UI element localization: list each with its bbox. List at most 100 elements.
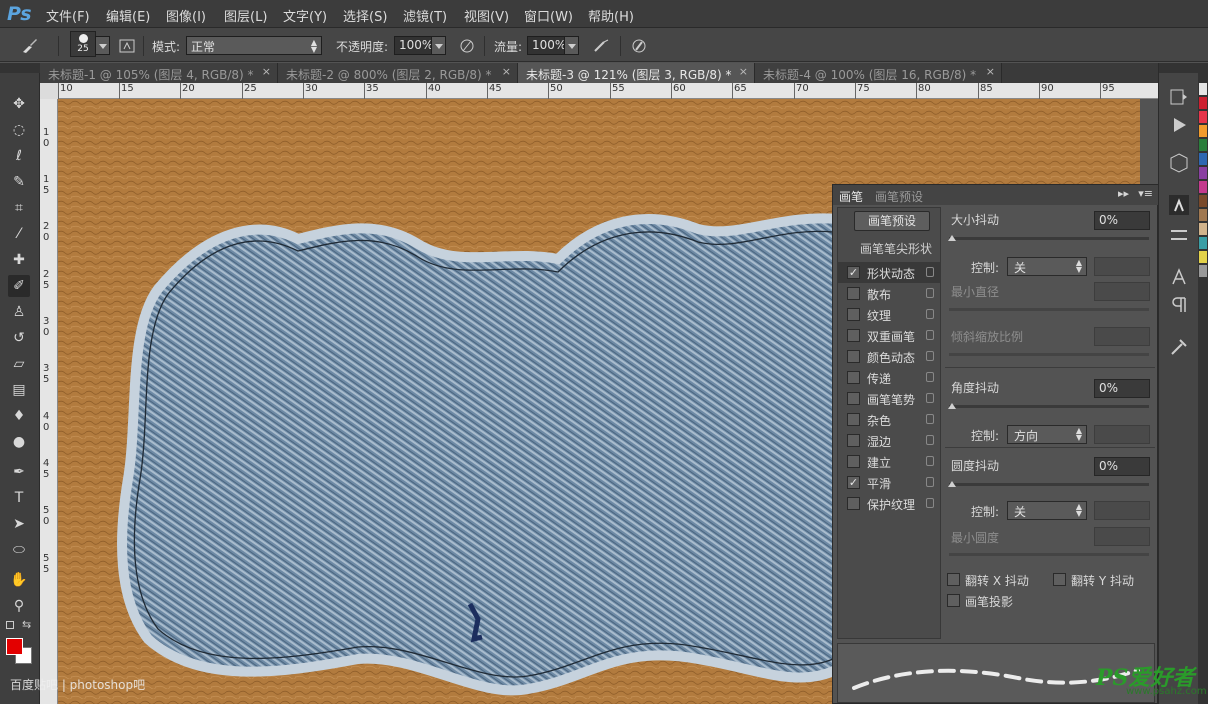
swatch[interactable] [1199,125,1207,137]
menu-help[interactable]: 帮助(H) [588,6,634,25]
brush-tool-icon[interactable]: ✐ [8,275,30,297]
doc-tab-2[interactable]: 未标题-2 @ 800% (图层 2, RGB/8) * × [278,63,518,83]
brush-projection-checkbox[interactable] [947,594,960,607]
menu-select[interactable]: 选择(S) [343,6,387,25]
lock-icon[interactable] [926,414,934,424]
lock-icon[interactable] [926,393,934,403]
tool-presets-icon[interactable] [1167,335,1191,359]
pressure-size-icon[interactable] [630,37,648,55]
option-texture[interactable]: 纹理 [838,304,940,325]
collapse-icon[interactable]: ▸▸ [1118,187,1129,200]
checkbox[interactable] [847,329,860,342]
swatch[interactable] [1199,209,1207,221]
menu-filter[interactable]: 滤镜(T) [403,6,447,25]
lock-icon[interactable] [926,498,934,508]
menu-layer[interactable]: 图层(L) [224,6,267,25]
path-select-tool-icon[interactable]: ➤ [8,513,30,535]
menu-type[interactable]: 文字(Y) [283,6,327,25]
menu-file[interactable]: 文件(F) [46,6,90,25]
option-transfer[interactable]: 传递 [838,367,940,388]
brush-panel-icon[interactable] [1167,193,1191,217]
swatch[interactable] [1199,251,1207,263]
brush-panel-toggle-icon[interactable] [118,37,136,55]
checkbox[interactable] [847,413,860,426]
paragraph-panel-icon[interactable] [1167,293,1191,317]
swatch[interactable] [1199,139,1207,151]
opacity-input[interactable]: 100% [394,36,433,55]
close-icon[interactable]: × [986,65,995,78]
foreground-color-swatch[interactable] [6,638,23,655]
healing-brush-tool-icon[interactable]: ✚ [8,249,30,271]
pen-tool-icon[interactable]: ✒ [8,461,30,483]
checkbox[interactable] [847,287,860,300]
actions-play-icon[interactable] [1167,113,1191,137]
gradient-tool-icon[interactable]: ▤ [8,379,30,401]
angle-control-select[interactable]: 方向 ▲ ▼ [1007,425,1087,444]
checkbox[interactable]: ✓ [847,266,860,279]
tab-brush[interactable]: 画笔 [839,188,863,205]
history-icon[interactable] [1167,85,1191,109]
option-protect-texture[interactable]: 保护纹理 [838,493,940,514]
checkbox[interactable] [847,350,860,363]
size-jitter-input[interactable]: 0% [1094,211,1150,230]
size-jitter-slider[interactable] [949,237,1149,240]
brush-tool-icon[interactable] [20,37,38,55]
checkbox[interactable] [847,371,860,384]
history-brush-tool-icon[interactable]: ↺ [8,327,30,349]
clone-source-icon[interactable] [1167,223,1191,247]
flow-input[interactable]: 100% [527,36,566,55]
lock-icon[interactable] [926,351,934,361]
quick-select-tool-icon[interactable]: ✎ [8,171,30,193]
chevron-down-icon[interactable] [564,36,579,55]
angle-jitter-input[interactable]: 0% [1094,379,1150,398]
close-icon[interactable]: × [262,65,271,78]
swatch[interactable] [1199,237,1207,249]
type-tool-icon[interactable]: T [8,487,30,509]
brush-tip-shape-item[interactable]: 画笔笔尖形状 [860,240,932,257]
lock-icon[interactable] [926,288,934,298]
option-color-dynamics[interactable]: 颜色动态 [838,346,940,367]
angle-jitter-slider[interactable] [949,405,1149,408]
lock-icon[interactable] [926,309,934,319]
menu-edit[interactable]: 编辑(E) [106,6,150,25]
mode-select[interactable]: 正常 ▲ ▼ [186,36,322,55]
move-tool-icon[interactable]: ✥ [8,93,30,115]
roundness-jitter-input[interactable]: 0% [1094,457,1150,476]
option-scattering[interactable]: 散布 [838,283,940,304]
checkbox[interactable] [847,392,860,405]
menu-image[interactable]: 图像(I) [166,6,206,25]
menu-window[interactable]: 窗口(W) [524,6,573,25]
size-control-select[interactable]: 关 ▲ ▼ [1007,257,1087,276]
roundness-jitter-slider[interactable] [949,483,1149,486]
tab-brush-presets[interactable]: 画笔预设 [875,188,923,205]
lasso-tool-icon[interactable]: ℓ [8,145,30,167]
dodge-tool-icon[interactable]: ● [8,431,30,453]
swatch[interactable] [1199,97,1207,109]
close-icon[interactable]: × [502,65,511,78]
lock-icon[interactable] [926,435,934,445]
option-brush-pose[interactable]: 画笔笔势 [838,388,940,409]
option-wet-edges[interactable]: 湿边 [838,430,940,451]
slider-thumb[interactable] [948,477,956,487]
brush-presets-button[interactable]: 画笔预设 [854,211,930,231]
lock-icon[interactable] [926,330,934,340]
checkbox[interactable] [847,455,860,468]
chevron-down-icon[interactable] [431,36,446,55]
checkbox[interactable] [847,308,860,321]
doc-tab-1[interactable]: 未标题-1 @ 105% (图层 4, RGB/8) * × [40,63,278,83]
close-icon[interactable]: × [739,65,748,78]
3d-cube-icon[interactable] [1167,151,1191,175]
shape-tool-icon[interactable]: ⬭ [8,539,30,561]
clone-stamp-tool-icon[interactable]: ♙ [8,301,30,323]
swatch[interactable] [1199,83,1207,95]
option-shape-dynamics[interactable]: ✓ 形状动态 [838,262,940,283]
default-colors-icon[interactable] [6,621,14,629]
swatch[interactable] [1199,181,1207,193]
swatch[interactable] [1199,265,1207,277]
swatch[interactable] [1199,223,1207,235]
doc-tab-3[interactable]: 未标题-3 @ 121% (图层 3, RGB/8) * × [518,63,755,83]
menu-view[interactable]: 视图(V) [464,6,509,25]
lock-icon[interactable] [926,456,934,466]
slider-thumb[interactable] [948,399,956,409]
checkbox[interactable] [847,434,860,447]
